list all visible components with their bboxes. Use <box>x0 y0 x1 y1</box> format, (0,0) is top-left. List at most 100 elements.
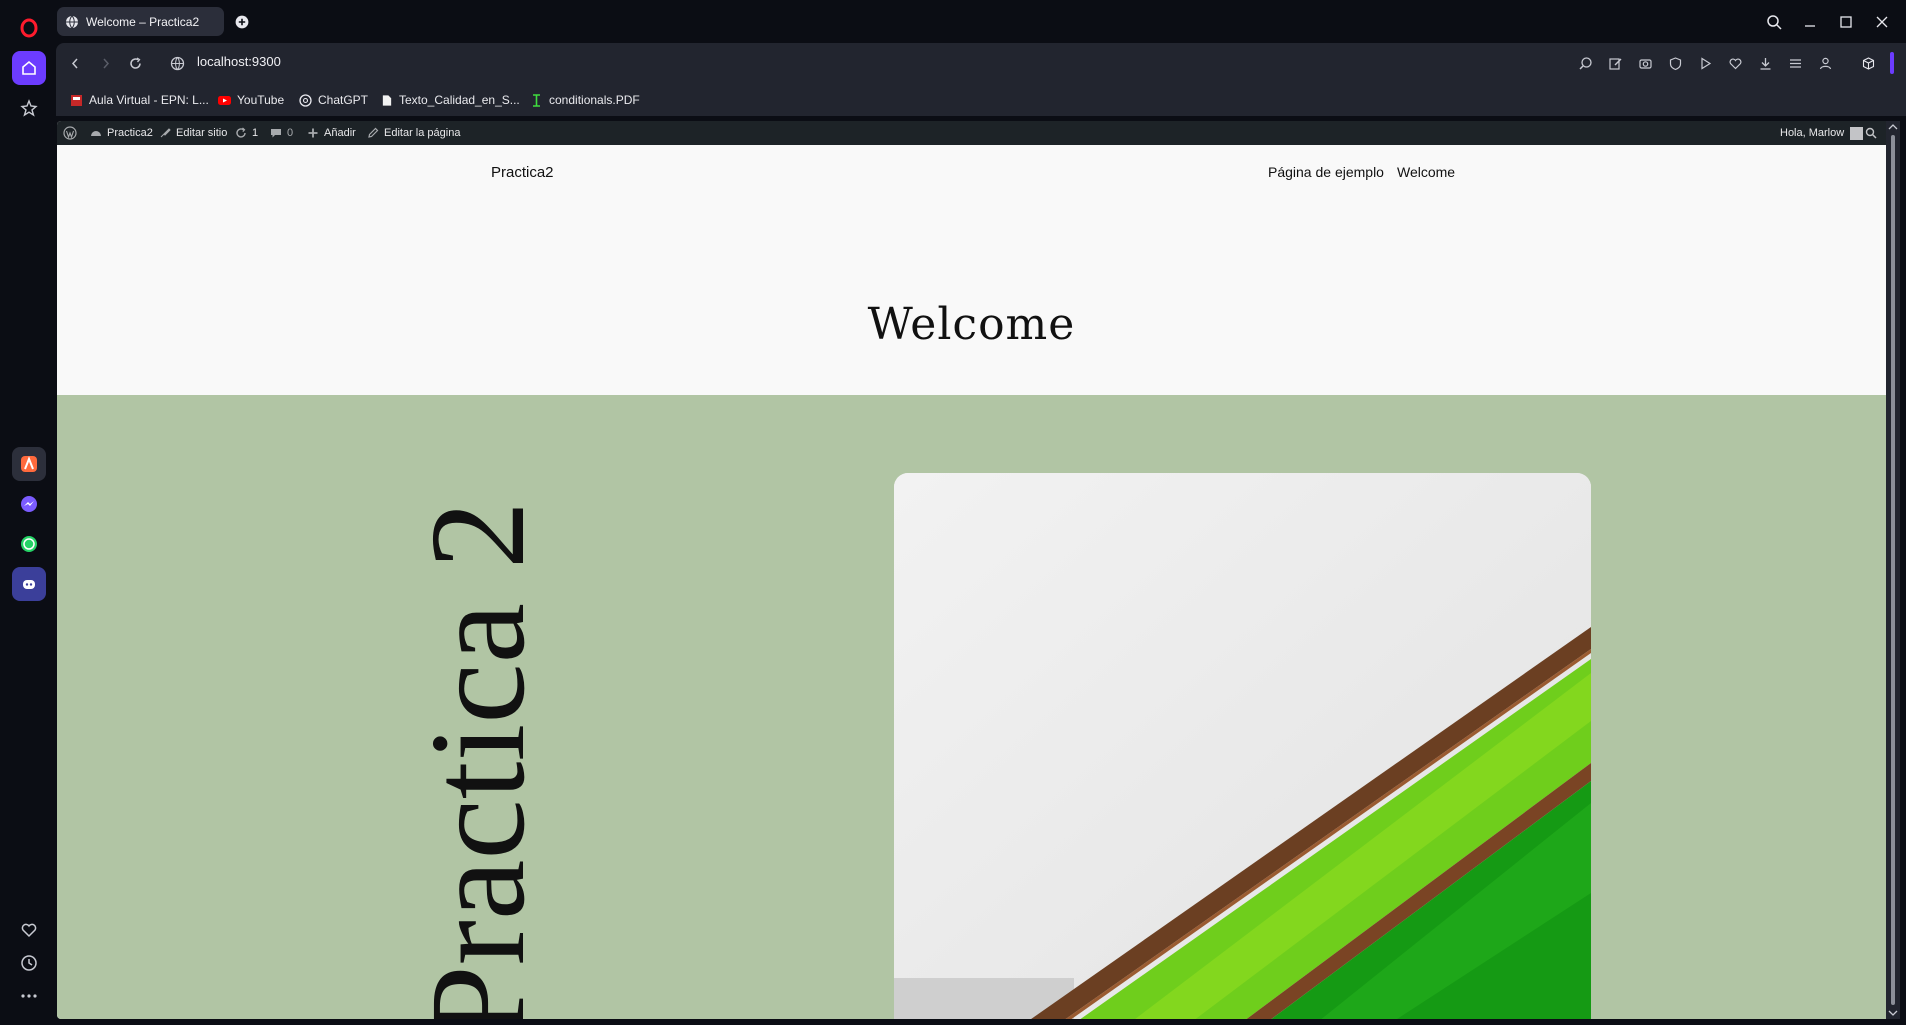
epn-favicon <box>70 94 83 107</box>
whatsapp-icon[interactable] <box>12 527 46 561</box>
tab-title: Welcome – Practica2 <box>86 14 200 29</box>
address-bar-row: localhost:9300 <box>56 43 1906 82</box>
extensions-button[interactable] <box>1857 52 1879 74</box>
nav-link-sample-page[interactable]: Página de ejemplo <box>1268 164 1384 180</box>
wp-site-name-link[interactable]: Practica2 <box>90 121 153 145</box>
bookmarks-bar: Aula Virtual - EPN: L... YouTube ChatGPT… <box>56 82 1906 116</box>
profile-button[interactable] <box>1814 52 1836 74</box>
wp-site-name: Practica2 <box>107 127 153 139</box>
bookmark-label: YouTube <box>237 93 285 107</box>
plus-icon <box>235 15 249 29</box>
wp-admin-bar: Practica2 Editar sitio 1 0 Añadir Editar… <box>57 121 1886 145</box>
window-bottom-edge <box>56 1019 1906 1025</box>
lens-button[interactable] <box>1574 52 1596 74</box>
wp-edit-site-link[interactable]: Editar sitio <box>159 121 227 145</box>
shield-icon <box>1669 56 1681 70</box>
close-window-button[interactable] <box>1870 10 1894 34</box>
page-scrollbar[interactable] <box>1886 121 1900 1019</box>
tab-strip: Welcome – Practica2 <box>56 0 1906 43</box>
scroll-up-icon[interactable] <box>1886 121 1900 133</box>
dashboard-icon <box>91 131 101 136</box>
forward-button[interactable] <box>94 52 116 74</box>
wp-comments-count: 0 <box>287 127 294 139</box>
maximize-icon <box>1840 16 1852 28</box>
brush-icon <box>160 128 171 138</box>
wp-account-menu[interactable]: Hola, Marlow <box>1780 121 1864 145</box>
wp-edit-page-label: Editar la página <box>384 127 461 139</box>
user-icon <box>1819 57 1831 69</box>
wp-edit-page-link[interactable]: Editar la página <box>367 121 460 145</box>
url-field[interactable]: localhost:9300 <box>197 54 281 69</box>
wp-add-new-link[interactable]: Añadir <box>307 121 356 145</box>
reload-icon <box>129 56 141 69</box>
play-icon <box>1700 56 1711 70</box>
bookmark-item[interactable]: Texto_Calidad_en_S... <box>380 91 520 109</box>
heart-icon[interactable] <box>12 913 46 947</box>
close-icon <box>1876 16 1888 28</box>
vertical-heading-container: Practica 2 <box>297 395 557 1019</box>
vpn-button[interactable] <box>1664 52 1686 74</box>
page-title: Welcome <box>867 299 1076 350</box>
document-icon <box>380 94 393 107</box>
nav-link-welcome[interactable]: Welcome <box>1397 164 1455 180</box>
bookmark-item[interactable]: YouTube <box>218 91 284 109</box>
snapshot-button[interactable] <box>1634 52 1656 74</box>
camera-icon <box>1638 58 1652 69</box>
lens-search-icon <box>1578 56 1592 70</box>
cover-image <box>894 473 1591 1019</box>
bookmark-heart-button[interactable] <box>1724 52 1746 74</box>
minimize-icon <box>1805 25 1815 27</box>
wp-search-button[interactable] <box>1865 121 1882 145</box>
downloads-button[interactable] <box>1754 52 1776 74</box>
download-icon <box>1760 57 1770 70</box>
minimize-button[interactable] <box>1798 10 1822 34</box>
bookmark-item[interactable]: ChatGPT <box>299 91 368 109</box>
history-clock-icon[interactable] <box>12 946 46 980</box>
bookmark-label: ChatGPT <box>318 93 369 107</box>
globe-icon <box>66 15 78 29</box>
site-info-button[interactable] <box>166 52 188 74</box>
maximize-button[interactable] <box>1834 10 1858 34</box>
accent-indicator <box>1890 52 1894 74</box>
wordpress-logo-icon[interactable] <box>63 121 82 145</box>
aria-icon[interactable] <box>12 447 46 481</box>
home-icon[interactable] <box>12 51 46 85</box>
new-tab-button[interactable] <box>232 12 252 32</box>
bookmark-label: conditionals.PDF <box>549 93 640 107</box>
bookmark-item[interactable]: Aula Virtual - EPN: L... <box>70 91 209 109</box>
bookmark-item[interactable]: conditionals.PDF <box>530 91 640 109</box>
wp-edit-site-label: Editar sitio <box>176 127 228 139</box>
plus-icon <box>308 128 318 138</box>
edit-button[interactable] <box>1604 52 1626 74</box>
bookmark-label: Aula Virtual - EPN: L... <box>89 93 209 107</box>
cube-icon <box>1862 56 1874 70</box>
tab-active[interactable]: Welcome – Practica2 <box>57 7 224 36</box>
wp-comments-link[interactable]: 0 <box>270 121 293 145</box>
scroll-down-icon[interactable] <box>1886 1007 1900 1019</box>
player-button[interactable] <box>1694 52 1716 74</box>
site-title[interactable]: Practica2 <box>491 164 554 181</box>
opera-logo-icon[interactable] <box>12 11 46 45</box>
wp-greeting: Hola, Marlow <box>1780 127 1845 139</box>
avatar <box>1850 126 1864 140</box>
easy-setup-button[interactable] <box>1784 52 1806 74</box>
search-tabs-button[interactable] <box>1762 10 1786 34</box>
edit-pencil-icon <box>1608 57 1621 70</box>
youtube-icon <box>218 94 231 107</box>
pinboard-star-icon[interactable] <box>12 91 46 125</box>
reload-button[interactable] <box>124 52 146 74</box>
opera-sidebar <box>0 0 56 1025</box>
search-icon <box>1865 127 1877 139</box>
wp-updates-link[interactable]: 1 <box>235 121 258 145</box>
heart-icon <box>1729 58 1741 69</box>
more-options-icon[interactable] <box>12 979 46 1013</box>
updates-icon <box>236 127 246 138</box>
back-button[interactable] <box>64 52 86 74</box>
wp-add-new-label: Añadir <box>324 127 356 139</box>
settings-sliders-icon <box>1789 58 1801 68</box>
chatgpt-icon <box>299 93 312 107</box>
messenger-icon[interactable] <box>12 487 46 521</box>
scrollbar-thumb[interactable] <box>1891 135 1895 1005</box>
discord-icon[interactable] <box>12 567 46 601</box>
web-viewport: Practica2 Editar sitio 1 0 Añadir Editar… <box>57 121 1886 1019</box>
